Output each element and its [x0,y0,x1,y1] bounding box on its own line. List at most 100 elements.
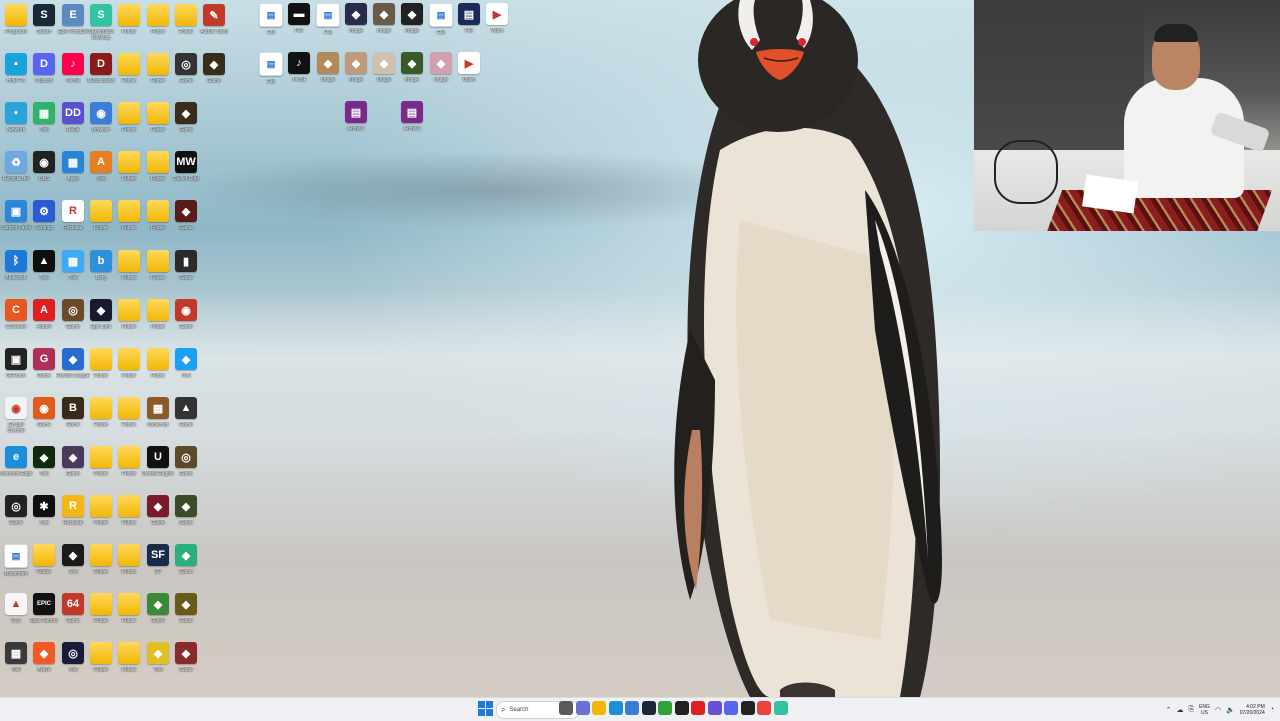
taskbar-app-streamlabs[interactable] [773,701,788,715]
desktop-icon[interactable]: Folder [87,544,115,590]
desktop-icon[interactable]: Folder [115,4,143,50]
desktop-icon[interactable]: ▤ File [257,3,285,49]
desktop-icon[interactable]: ◉ Browser [87,102,115,148]
desktop-icon[interactable]: ᛒ Bluetooth [2,250,30,296]
desktop-icon[interactable]: A Adobe [30,299,58,345]
desktop-icon[interactable]: ▤ Archive [342,101,370,147]
taskbar-app-steam[interactable] [641,701,656,715]
desktop-icon[interactable]: ▣ Control Panel [1,200,31,246]
desktop-icon[interactable]: Folder [87,348,115,394]
desktop-icon[interactable]: Folder [144,102,172,148]
desktop-icon[interactable]: Folder [144,299,172,345]
notification-bell-icon[interactable]: ◔ [1270,706,1274,713]
desktop-icon[interactable]: D Discord [30,53,58,99]
desktop-icon[interactable]: Folder [87,397,115,443]
desktop-icon[interactable]: Folder [87,642,115,688]
desktop-icon[interactable]: ◎ Game [172,53,200,99]
desktop-icon[interactable]: ◆ Game [200,53,228,99]
desktop-icon[interactable]: ♪ TikTok [285,52,313,98]
taskbar-app-discord[interactable] [724,701,738,715]
desktop-icon[interactable]: Folder [115,200,143,246]
desktop-icon[interactable]: SF SF [144,544,172,590]
desktop-icon[interactable]: Folder [115,299,143,345]
desktop-icon[interactable]: Folder [115,102,143,148]
desktop-icon[interactable]: Folder [144,4,172,50]
desktop-icon[interactable]: Folder [115,53,143,99]
desktop-icon[interactable]: ▮ Game [172,250,200,296]
desktop-icon[interactable]: ▲ Tool [30,250,58,296]
desktop-icon[interactable]: S Streamlabs Desktop [87,4,115,50]
taskbar-app-vpn[interactable] [691,701,705,715]
taskbar-app-file-explorer[interactable] [592,701,606,715]
desktop-icon[interactable]: ◆ Image [314,52,342,98]
desktop-icon[interactable]: ◉ Game [172,299,200,345]
desktop-icon[interactable]: D Dead Island [87,53,115,99]
desktop-icon[interactable]: ◆ Game [172,200,200,246]
desktop-icon[interactable]: G Game [30,348,58,394]
desktop-icon[interactable]: Folder [115,250,143,296]
desktop-icon[interactable]: ▶ Video [483,3,511,49]
desktop-icon[interactable]: ◆ Game [59,446,87,492]
desktop-icon[interactable]: Folder [87,495,115,541]
desktop-icon[interactable]: ◆ Game [172,593,200,639]
desktop-icon[interactable]: Folder [144,348,172,394]
desktop-icon[interactable]: ◆ Image [342,3,370,49]
desktop-icon[interactable]: Folder [115,446,143,492]
desktop-icon[interactable]: ✎ Adobe Tools [200,4,228,50]
taskbar-app-widgets[interactable] [575,701,590,715]
desktop-icon[interactable]: ◆ Image [398,3,426,49]
taskbar-app-edge[interactable] [608,701,623,715]
desktop-icon[interactable]: ▦ Tool [2,642,30,688]
desktop-icon[interactable]: ◆ Rocket League [56,348,90,394]
desktop-icon[interactable]: ▲ Game [172,397,200,443]
desktop-icon[interactable]: Folder [115,348,143,394]
desktop-icon[interactable]: Folder [115,642,143,688]
desktop-icon[interactable]: ◎ Game [59,299,87,345]
desktop-icon[interactable]: ▦ Tool [30,102,58,148]
desktop-icon[interactable]: ◎ Tool [59,642,87,688]
desktop-icon[interactable]: ⚙ Settings [30,200,58,246]
desktop-icon[interactable]: ◆ Brave [30,642,58,688]
desktop-icon[interactable]: ◉ Google Chrome [2,397,30,443]
desktop-icon[interactable]: Folder [30,544,58,590]
desktop-icon[interactable]: ◆ Game [172,495,200,541]
taskbar-app-media[interactable] [707,701,722,715]
desktop-icon[interactable]: Folder [115,544,143,590]
desktop-icon[interactable]: ▪ Network [2,102,30,148]
desktop-icon[interactable]: ▬ File [285,3,313,49]
desktop-icon[interactable]: ◆ Tool [59,544,87,590]
desktop-icon[interactable]: ▤ File [455,3,483,49]
desktop-icon[interactable]: ▤ File [314,3,342,49]
desktop-icon[interactable]: ▲ VLC [2,593,30,639]
desktop-icon[interactable]: ◆ Image [427,52,455,98]
desktop-icon[interactable]: Folder [144,151,172,197]
desktop-icon[interactable]: A Tool [87,151,115,197]
desktop-icon[interactable]: ▦ Minecraft [144,397,172,443]
desktop-icon[interactable]: Folder [144,250,172,296]
desktop-icon[interactable]: ◆ Epic Link [87,299,115,345]
desktop-icon[interactable]: ◆ Image [398,52,426,98]
desktop-icon[interactable]: Folder [144,200,172,246]
chevron-up-icon[interactable]: ⌃ [1166,706,1172,714]
desktop-icon[interactable]: ◆ Tool [30,446,58,492]
desktop-icon[interactable]: 64 Game [59,593,87,639]
desktop-icon[interactable]: Folder [115,397,143,443]
usb-icon[interactable]: ⎘ [1188,706,1194,714]
taskbar-app-chrome[interactable] [757,701,771,715]
desktop-icon[interactable]: Folder [87,200,115,246]
desktop-icon[interactable]: ◆ Game [172,544,200,590]
language-indicator[interactable]: ENG US [1199,704,1210,716]
desktop-icon[interactable]: DD DeDe [59,102,87,148]
desktop-icon[interactable]: MW Call of Duty [172,151,200,197]
desktop-icon[interactable]: ▶ Video [455,52,483,98]
desktop-icon[interactable]: ◆ Game [172,102,200,148]
desktop-icon[interactable]: ◆ Image [370,3,398,49]
desktop-icon[interactable]: Folder [172,4,200,50]
desktop-icon[interactable]: ♻ Recycle Bin [2,151,30,197]
desktop-icon[interactable]: ▦ Tool [59,250,87,296]
speaker-icon[interactable]: 🔈 [1226,706,1235,714]
cloud-icon[interactable]: ☁ [1176,706,1183,714]
desktop-icon[interactable]: Folder [87,446,115,492]
desktop-icon[interactable]: B Game [59,397,87,443]
desktop-icon[interactable]: e Microsoft Edge [0,446,33,492]
